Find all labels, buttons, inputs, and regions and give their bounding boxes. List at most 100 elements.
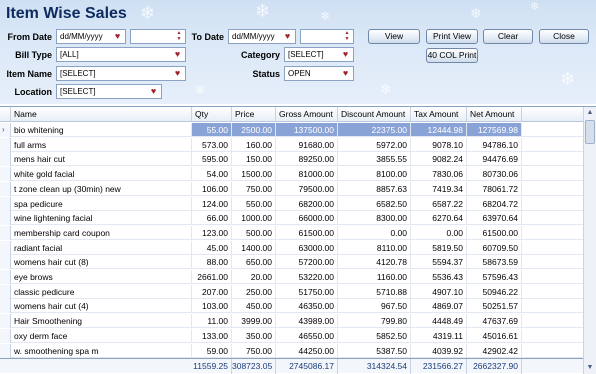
cell-discount-amount[interactable]: 22375.00 — [338, 123, 411, 137]
cell-discount-amount[interactable]: 8857.63 — [338, 181, 411, 196]
cell-discount-amount[interactable]: 6582.50 — [338, 196, 411, 211]
cell-name[interactable]: white gold facial — [11, 167, 192, 182]
column-header-tax-amount[interactable]: Tax Amount — [411, 107, 467, 122]
table-row[interactable]: white gold facial 54.00 1500.00 81000.00 810… — [0, 167, 583, 182]
cell-net-amount[interactable]: 58673.59 — [467, 255, 522, 270]
table-row[interactable]: womens hair cut (8) 88.00 650.00 57200.00 41… — [0, 255, 583, 270]
row-selector[interactable] — [0, 343, 11, 358]
to-time-field[interactable]: ▲ ▼ — [300, 29, 354, 44]
cell-net-amount[interactable]: 50251.57 — [467, 299, 522, 314]
cell-net-amount[interactable]: 61500.00 — [467, 225, 522, 240]
cell-name[interactable]: womens hair cut (8) — [11, 255, 192, 270]
heart-dropdown-icon[interactable]: ♥ — [112, 31, 123, 42]
cell-price[interactable]: 150.00 — [232, 152, 276, 167]
category-select[interactable]: [SELECT] ♥ — [284, 47, 354, 62]
cell-tax-amount[interactable]: 5819.50 — [411, 240, 467, 255]
table-row[interactable]: womens hair cut (4) 103.00 450.00 46350.00 9… — [0, 299, 583, 314]
cell-gross-amount[interactable]: 46350.00 — [276, 299, 338, 314]
cell-qty[interactable]: 123.00 — [192, 225, 232, 240]
cell-gross-amount[interactable]: 89250.00 — [276, 152, 338, 167]
row-selector[interactable] — [0, 181, 11, 196]
heart-dropdown-icon[interactable]: ♥ — [172, 68, 183, 79]
column-header-qty[interactable]: Qty — [192, 107, 232, 122]
row-selector[interactable] — [0, 152, 11, 167]
column-header-gross-amount[interactable]: Gross Amount — [276, 107, 338, 122]
location-select[interactable]: [SELECT] ♥ — [56, 84, 162, 99]
updown-spinner-icon[interactable]: ▲ ▼ — [343, 30, 351, 43]
cell-price[interactable]: 750.00 — [232, 181, 276, 196]
cell-discount-amount[interactable]: 0.00 — [338, 225, 411, 240]
cell-qty[interactable]: 66.00 — [192, 211, 232, 226]
close-button[interactable]: Close — [539, 29, 589, 44]
cell-gross-amount[interactable]: 51750.00 — [276, 284, 338, 299]
from-date-field[interactable]: dd/MM/yyyy ♥ — [56, 29, 126, 44]
cell-net-amount[interactable]: 78061.72 — [467, 181, 522, 196]
cell-discount-amount[interactable]: 5710.88 — [338, 284, 411, 299]
cell-price[interactable]: 500.00 — [232, 225, 276, 240]
status-select[interactable]: OPEN ♥ — [284, 66, 354, 81]
cell-tax-amount[interactable]: 6587.22 — [411, 196, 467, 211]
cell-net-amount[interactable]: 94476.69 — [467, 152, 522, 167]
cell-tax-amount[interactable]: 12444.98 — [411, 123, 467, 137]
cell-price[interactable]: 20.00 — [232, 270, 276, 284]
cell-gross-amount[interactable]: 53220.00 — [276, 270, 338, 284]
clear-button[interactable]: Clear — [483, 29, 533, 44]
cell-price[interactable]: 2500.00 — [232, 123, 276, 137]
cell-qty[interactable]: 573.00 — [192, 137, 232, 152]
table-row[interactable]: radiant facial 45.00 1400.00 63000.00 8110.0… — [0, 240, 583, 255]
bill-type-select[interactable]: [ALL] ♥ — [56, 47, 186, 62]
cell-net-amount[interactable]: 42902.42 — [467, 343, 522, 358]
cell-qty[interactable]: 55.00 — [192, 123, 232, 137]
row-selector[interactable] — [0, 167, 11, 182]
cell-net-amount[interactable]: 57596.43 — [467, 270, 522, 284]
cell-price[interactable]: 1500.00 — [232, 167, 276, 182]
cell-net-amount[interactable]: 63970.64 — [467, 211, 522, 226]
cell-net-amount[interactable]: 45016.61 — [467, 328, 522, 343]
table-row[interactable]: eye brows 2661.00 20.00 53220.00 1160.00 5536… — [0, 270, 583, 284]
scroll-thumb[interactable] — [585, 120, 595, 144]
cell-name[interactable]: t zone clean up (30min) new — [11, 181, 192, 196]
cell-net-amount[interactable]: 80730.06 — [467, 167, 522, 182]
cell-price[interactable]: 350.00 — [232, 328, 276, 343]
sales-grid[interactable]: Name Qty Price Gross Amount Discount Amo… — [0, 106, 596, 374]
row-selector[interactable] — [0, 225, 11, 240]
cell-net-amount[interactable]: 47637.69 — [467, 314, 522, 329]
cell-discount-amount[interactable]: 5972.00 — [338, 137, 411, 152]
column-header-discount-amount[interactable]: Discount Amount — [338, 107, 411, 122]
cell-qty[interactable]: 45.00 — [192, 240, 232, 255]
table-row[interactable]: › bio whitening 55.00 2500.00 137500.00 22375… — [0, 123, 583, 137]
cell-qty[interactable]: 133.00 — [192, 328, 232, 343]
cell-discount-amount[interactable]: 4120.78 — [338, 255, 411, 270]
row-selector[interactable] — [0, 328, 11, 343]
cell-gross-amount[interactable]: 61500.00 — [276, 225, 338, 240]
cell-qty[interactable]: 124.00 — [192, 196, 232, 211]
cell-qty[interactable]: 106.00 — [192, 181, 232, 196]
cell-tax-amount[interactable]: 4039.92 — [411, 343, 467, 358]
cell-qty[interactable]: 88.00 — [192, 255, 232, 270]
cell-discount-amount[interactable]: 967.50 — [338, 299, 411, 314]
cell-net-amount[interactable]: 127569.98 — [467, 123, 522, 137]
cell-name[interactable]: w. smoothening spa m — [11, 343, 192, 358]
cell-tax-amount[interactable]: 9078.10 — [411, 137, 467, 152]
row-selector[interactable] — [0, 299, 11, 314]
table-row[interactable]: full arms 573.00 160.00 91680.00 5972.00 9078… — [0, 137, 583, 152]
row-selector[interactable] — [0, 196, 11, 211]
column-header-net-amount[interactable]: Net Amount — [467, 107, 522, 122]
cell-gross-amount[interactable]: 91680.00 — [276, 137, 338, 152]
cell-price[interactable]: 550.00 — [232, 196, 276, 211]
cell-price[interactable]: 450.00 — [232, 299, 276, 314]
row-selector[interactable] — [0, 284, 11, 299]
table-row[interactable]: w. smoothening spa m 59.00 750.00 44250.00 5… — [0, 343, 583, 358]
cell-qty[interactable]: 2661.00 — [192, 270, 232, 284]
vertical-scrollbar[interactable]: ▲ ▼ — [583, 107, 596, 374]
cell-discount-amount[interactable]: 5387.50 — [338, 343, 411, 358]
cell-gross-amount[interactable]: 81000.00 — [276, 167, 338, 182]
row-selector[interactable] — [0, 211, 11, 226]
cell-name[interactable]: classic pedicure — [11, 284, 192, 299]
cell-tax-amount[interactable]: 0.00 — [411, 225, 467, 240]
to-date-field[interactable]: dd/MM/yyyy ♥ — [228, 29, 296, 44]
cell-net-amount[interactable]: 68204.72 — [467, 196, 522, 211]
table-row[interactable]: wine lightening facial 66.00 1000.00 66000.… — [0, 211, 583, 226]
row-selector[interactable] — [0, 270, 11, 284]
cell-price[interactable]: 650.00 — [232, 255, 276, 270]
